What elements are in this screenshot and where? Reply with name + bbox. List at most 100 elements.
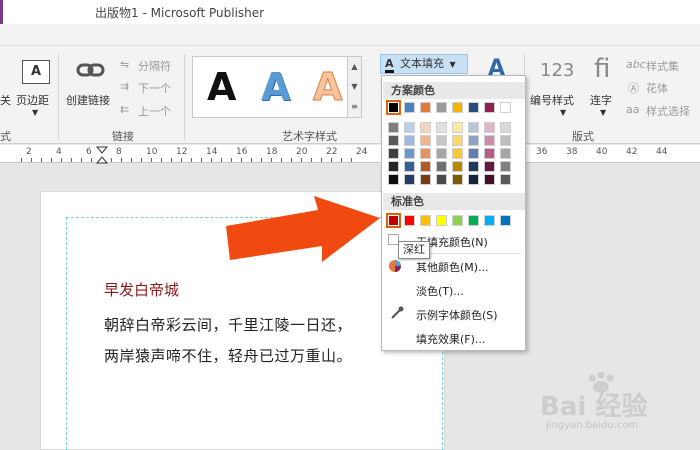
theme-shade-swatch[interactable] bbox=[436, 161, 447, 172]
poem-line-2[interactable]: 两岸猿声啼不住，轻舟已过万重山。 bbox=[104, 345, 352, 366]
theme-shade-swatch[interactable] bbox=[388, 135, 399, 146]
more-colors-item[interactable]: 其他颜色(M)... bbox=[416, 259, 489, 275]
ribbon-tabs-strip bbox=[0, 24, 700, 46]
style-select-button[interactable]: 样式选择 bbox=[646, 103, 690, 119]
theme-shade-swatch[interactable] bbox=[420, 161, 431, 172]
style-set-button[interactable]: 样式集 bbox=[646, 58, 679, 74]
theme-shade-swatch[interactable] bbox=[484, 161, 495, 172]
ruler-number: 16 bbox=[236, 147, 248, 157]
next-button[interactable]: 下一个 bbox=[138, 80, 171, 96]
standard-color-swatch[interactable] bbox=[386, 213, 401, 228]
poem-title[interactable]: 早发白帝城 bbox=[104, 279, 179, 300]
theme-color-swatch[interactable] bbox=[386, 100, 401, 115]
ruler-number: 12 bbox=[176, 147, 188, 157]
theme-color-swatch[interactable] bbox=[484, 102, 495, 113]
theme-color-swatch[interactable] bbox=[436, 102, 447, 113]
theme-shade-swatch[interactable] bbox=[500, 148, 511, 159]
text-fill-button[interactable]: A 文本填充 ▼ bbox=[380, 54, 468, 74]
theme-shade-swatch[interactable] bbox=[468, 148, 479, 159]
theme-shade-swatch[interactable] bbox=[452, 174, 463, 185]
wordart-style-blue[interactable]: A bbox=[261, 65, 290, 109]
theme-color-swatch[interactable] bbox=[420, 102, 431, 113]
theme-shade-swatch[interactable] bbox=[500, 122, 511, 133]
watermark-text: Bai 经验 bbox=[540, 392, 648, 422]
hyphenation-button[interactable]: 分隔符 bbox=[138, 58, 171, 74]
partial-left-button[interactable]: 关 bbox=[0, 92, 11, 108]
theme-shade-swatch[interactable] bbox=[436, 122, 447, 133]
ruler-tick bbox=[281, 158, 282, 162]
gallery-scroll-up-icon[interactable]: ▲ bbox=[348, 57, 361, 77]
wordart-style-gallery[interactable]: A A A bbox=[192, 56, 348, 118]
theme-shade-swatch[interactable] bbox=[452, 122, 463, 133]
theme-color-swatch[interactable] bbox=[500, 102, 511, 113]
theme-shade-swatch[interactable] bbox=[452, 161, 463, 172]
theme-shade-swatch[interactable] bbox=[420, 174, 431, 185]
window-title: 出版物1 - Microsoft Publisher bbox=[95, 6, 265, 20]
theme-color-swatch[interactable] bbox=[452, 102, 463, 113]
theme-shade-swatch[interactable] bbox=[484, 148, 495, 159]
chevron-down-icon[interactable]: ▼ bbox=[560, 108, 566, 117]
theme-color-swatch[interactable] bbox=[404, 102, 415, 113]
gallery-more-icon[interactable]: ≡ bbox=[348, 97, 361, 117]
theme-shade-swatch[interactable] bbox=[436, 174, 447, 185]
theme-shade-swatch[interactable] bbox=[468, 161, 479, 172]
indent-marker-icon[interactable] bbox=[96, 146, 108, 164]
theme-shade-swatch[interactable] bbox=[436, 148, 447, 159]
chevron-down-icon[interactable]: ▼ bbox=[32, 108, 38, 117]
theme-shade-swatch[interactable] bbox=[484, 122, 495, 133]
wordart-style-black[interactable]: A bbox=[207, 65, 236, 109]
theme-shade-swatch[interactable] bbox=[484, 135, 495, 146]
previous-icon: ⇇ bbox=[120, 103, 130, 116]
ruler-tick bbox=[241, 158, 242, 162]
theme-shade-swatch[interactable] bbox=[388, 161, 399, 172]
numbering-style-button[interactable]: 编号样式 bbox=[530, 92, 574, 108]
theme-shade-swatch[interactable] bbox=[388, 174, 399, 185]
theme-shade-swatch[interactable] bbox=[388, 122, 399, 133]
standard-color-swatch[interactable] bbox=[500, 215, 511, 226]
theme-shade-swatch[interactable] bbox=[388, 148, 399, 159]
create-link-button[interactable]: 创建链接 bbox=[66, 92, 110, 108]
chain-link-icon[interactable] bbox=[76, 60, 106, 80]
standard-color-swatch[interactable] bbox=[468, 215, 479, 226]
theme-shade-swatch[interactable] bbox=[404, 148, 415, 159]
theme-shade-swatch[interactable] bbox=[420, 148, 431, 159]
gallery-scrollbar[interactable]: ▲ ▼ ≡ bbox=[348, 56, 362, 118]
previous-button[interactable]: 上一个 bbox=[138, 103, 171, 119]
standard-color-swatch[interactable] bbox=[484, 215, 495, 226]
swash-button[interactable]: 花体 bbox=[646, 80, 668, 96]
tints-item[interactable]: 淡色(T)... bbox=[416, 283, 464, 299]
theme-shade-swatch[interactable] bbox=[468, 135, 479, 146]
theme-shade-swatch[interactable] bbox=[500, 174, 511, 185]
chevron-down-icon[interactable]: ▼ bbox=[600, 108, 606, 117]
theme-shade-swatch[interactable] bbox=[420, 122, 431, 133]
page-margin-button[interactable]: 页边距 bbox=[16, 92, 49, 108]
wordart-style-orange[interactable]: A bbox=[312, 65, 342, 110]
theme-color-swatch[interactable] bbox=[468, 102, 479, 113]
standard-color-swatch[interactable] bbox=[452, 215, 463, 226]
theme-shade-swatch[interactable] bbox=[420, 135, 431, 146]
theme-shade-swatch[interactable] bbox=[500, 135, 511, 146]
theme-shade-swatch[interactable] bbox=[500, 161, 511, 172]
theme-shade-swatch[interactable] bbox=[452, 148, 463, 159]
theme-shade-swatch[interactable] bbox=[436, 135, 447, 146]
sample-font-color-item[interactable]: 示例字体颜色(S) bbox=[416, 307, 498, 323]
poem-line-1[interactable]: 朝辞白帝彩云间，千里江陵一日还， bbox=[104, 314, 352, 335]
theme-shade-swatch[interactable] bbox=[404, 135, 415, 146]
ligature-button[interactable]: 连字 bbox=[590, 92, 612, 108]
theme-shade-swatch[interactable] bbox=[468, 174, 479, 185]
standard-color-swatch[interactable] bbox=[420, 215, 431, 226]
standard-color-swatch[interactable] bbox=[404, 215, 415, 226]
theme-shade-swatch[interactable] bbox=[404, 161, 415, 172]
ligature-icon[interactable]: fi bbox=[594, 54, 610, 84]
numbering-style-icon[interactable]: 123 bbox=[540, 60, 574, 81]
theme-shade-swatch[interactable] bbox=[404, 174, 415, 185]
standard-color-swatch[interactable] bbox=[436, 215, 447, 226]
theme-shade-swatch[interactable] bbox=[404, 122, 415, 133]
page-margin-icon[interactable]: A bbox=[22, 60, 50, 84]
fill-effects-item[interactable]: 填充效果(F)... bbox=[416, 331, 485, 347]
theme-shade-swatch[interactable] bbox=[468, 122, 479, 133]
gallery-scroll-down-icon[interactable]: ▼ bbox=[348, 77, 361, 97]
theme-shade-swatch[interactable] bbox=[452, 135, 463, 146]
ruler-tick bbox=[21, 158, 22, 162]
theme-shade-swatch[interactable] bbox=[484, 174, 495, 185]
